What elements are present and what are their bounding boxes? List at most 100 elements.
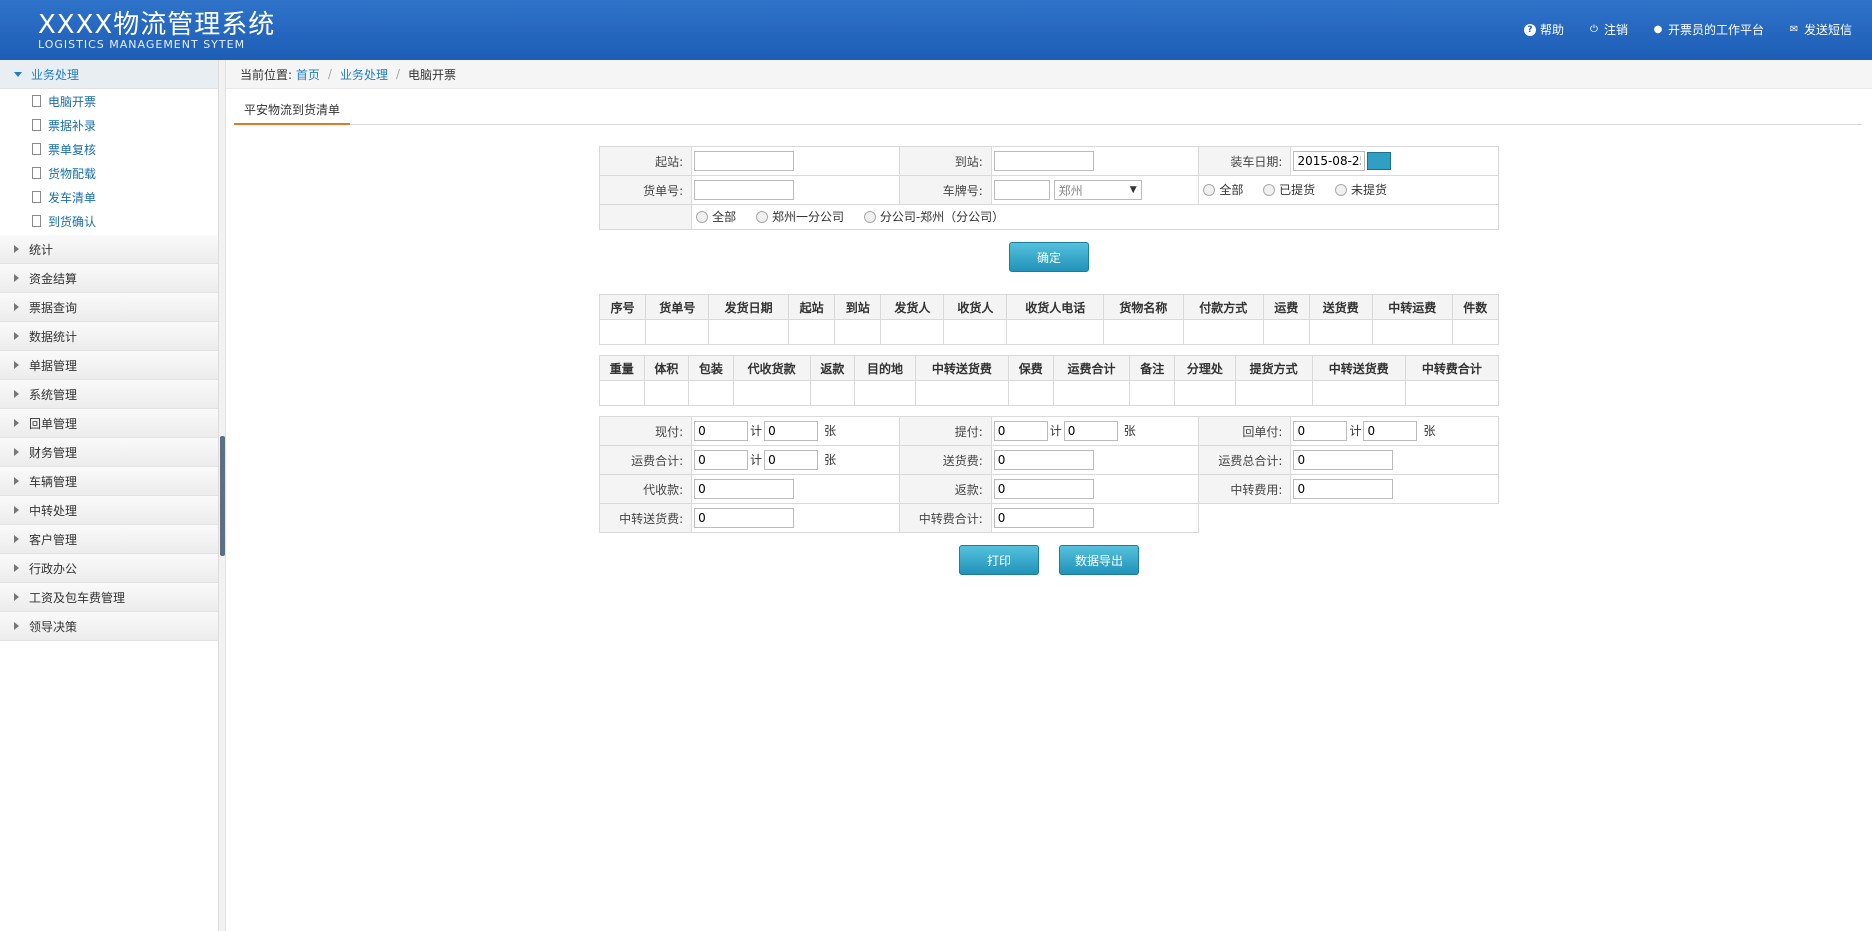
transfer-fee-input[interactable] xyxy=(1293,479,1394,499)
tab-arrival-list[interactable]: 平安物流到货清单 xyxy=(234,98,351,125)
company-zz1-radio[interactable]: 郑州一分公司 xyxy=(755,208,844,225)
sidebar-item-arrival-confirm[interactable]: 到货确认 xyxy=(0,209,218,233)
unit-ji: 计 xyxy=(1049,423,1062,438)
plate-region-select[interactable]: 郑州 ▼ xyxy=(1053,180,1142,200)
refund-label: 返款: xyxy=(898,474,992,504)
column-header: 序号 xyxy=(598,294,647,320)
plate-input[interactable] xyxy=(993,180,1050,200)
cash-count-input[interactable] xyxy=(764,421,819,441)
transfer-total-input[interactable] xyxy=(993,508,1094,528)
help-link[interactable]: ? 帮助 xyxy=(1523,21,1564,38)
help-icon: ? xyxy=(1523,23,1536,36)
chevron-right-icon xyxy=(14,245,19,253)
sidebar-item-departure-list[interactable]: 发车清单 xyxy=(0,185,218,209)
sidebar-item-ticket-review[interactable]: 票单复核 xyxy=(0,137,218,161)
radio-icon xyxy=(1263,183,1276,196)
export-button[interactable]: 数据导出 xyxy=(1059,545,1139,575)
table-cell xyxy=(688,380,734,406)
table-row[interactable] xyxy=(598,319,1500,345)
sms-link[interactable]: ✉ 发送短信 xyxy=(1788,21,1852,38)
column-header: 中转运费 xyxy=(1371,294,1453,320)
pickup-pending-radio[interactable]: 未提货 xyxy=(1335,181,1387,198)
sidebar-item-computer-ticket[interactable]: 电脑开票 xyxy=(0,89,218,113)
column-header: 发货人 xyxy=(880,294,945,320)
sidebar-group-business[interactable]: 业务处理 xyxy=(0,60,218,89)
mail-icon: ✉ xyxy=(1789,24,1799,35)
confirm-button[interactable]: 确定 xyxy=(1009,242,1089,272)
column-header: 目的地 xyxy=(854,355,916,381)
freight-grand-input[interactable] xyxy=(1293,450,1394,470)
sidebar-group-statistics[interactable]: 统计 xyxy=(0,235,218,264)
pickup-done-radio[interactable]: 已提货 xyxy=(1263,181,1315,198)
cash-amount-input[interactable] xyxy=(694,421,749,441)
receipt-count-input[interactable] xyxy=(1363,421,1418,441)
caret-down-icon: ▼ xyxy=(1129,185,1137,195)
column-header: 付款方式 xyxy=(1182,294,1264,320)
pickup-amount-input[interactable] xyxy=(993,421,1048,441)
table-cell xyxy=(645,319,710,345)
sidebar-group-transfer[interactable]: 中转处理 xyxy=(0,496,218,525)
sidebar-group-receipts[interactable]: 回单管理 xyxy=(0,409,218,438)
freight-total-amount-input[interactable] xyxy=(694,450,749,470)
receipt-amount-input[interactable] xyxy=(1293,421,1348,441)
company-all-radio[interactable]: 全部 xyxy=(696,208,736,225)
splitter-handle[interactable] xyxy=(220,436,225,556)
table-row[interactable] xyxy=(599,380,1500,406)
chevron-right-icon xyxy=(14,332,19,340)
load-date-input[interactable] xyxy=(1293,151,1366,171)
sidebar-group-label: 业务处理 xyxy=(31,67,80,82)
logout-link[interactable]: ⏻ 注销 xyxy=(1588,21,1628,38)
refund-input[interactable] xyxy=(993,479,1094,499)
radio-icon xyxy=(863,210,876,223)
column-header: 起站 xyxy=(787,294,836,320)
sidebar-group-payroll[interactable]: 工资及包车费管理 xyxy=(0,583,218,612)
table-cell xyxy=(1129,380,1175,406)
sidebar-group-admin[interactable]: 行政办公 xyxy=(0,554,218,583)
sidebar-group-ticket-query[interactable]: 票据查询 xyxy=(0,293,218,322)
company-branch-radio[interactable]: 分公司-郑州（分公司） xyxy=(863,208,1005,225)
breadcrumb-separator: / xyxy=(395,67,400,81)
sidebar-group-system[interactable]: 系统管理 xyxy=(0,380,218,409)
sidebar-group-documents[interactable]: 单据管理 xyxy=(0,351,218,380)
column-header: 重量 xyxy=(599,355,645,381)
table-cell xyxy=(1103,319,1184,345)
workspace-link[interactable]: ● 开票员的工作平台 xyxy=(1652,21,1764,38)
column-header: 体积 xyxy=(643,355,690,381)
radio-icon xyxy=(696,210,709,223)
breadcrumb-section-link[interactable]: 业务处理 xyxy=(340,66,388,83)
radio-icon xyxy=(1335,183,1347,196)
unit-ji: 计 xyxy=(1349,423,1362,438)
table-cell xyxy=(914,380,1009,406)
sidebar-group-decision[interactable]: 领导决策 xyxy=(0,612,218,641)
freight-total-count-input[interactable] xyxy=(764,450,819,470)
start-station-input[interactable] xyxy=(694,151,795,171)
sidebar-item-ticket-supplement[interactable]: 票据补录 xyxy=(0,113,218,137)
pickup-all-radio[interactable]: 全部 xyxy=(1203,181,1243,198)
help-label: 帮助 xyxy=(1539,23,1564,37)
sidebar-group-data-stats[interactable]: 数据统计 xyxy=(0,322,218,351)
pickup-count-input[interactable] xyxy=(1063,421,1118,441)
cod-input[interactable] xyxy=(694,479,795,499)
cod-label: 代收款: xyxy=(598,474,693,504)
sidebar-item-cargo-loading[interactable]: 货物配载 xyxy=(0,161,218,185)
sidebar-group-funds[interactable]: 资金结算 xyxy=(0,264,218,293)
sidebar-group-finance[interactable]: 财务管理 xyxy=(0,438,218,467)
breadcrumb-home-link[interactable]: 首页 xyxy=(296,66,320,83)
app-title: XXXX物流管理系统 xyxy=(38,10,276,40)
unit-ji: 计 xyxy=(750,423,763,438)
end-station-input[interactable] xyxy=(993,151,1094,171)
sidebar-group-vehicles[interactable]: 车辆管理 xyxy=(0,467,218,496)
delivery-fee-input[interactable] xyxy=(993,450,1094,470)
radio-label: 分公司-郑州（分公司） xyxy=(879,210,1005,225)
document-icon xyxy=(32,95,41,107)
chevron-right-icon xyxy=(14,419,19,427)
column-header: 提货方式 xyxy=(1234,355,1313,381)
print-button[interactable]: 打印 xyxy=(959,545,1039,575)
calendar-icon[interactable] xyxy=(1367,152,1392,170)
transfer-delivery-input[interactable] xyxy=(694,508,795,528)
table-cell xyxy=(1311,380,1406,406)
chevron-right-icon xyxy=(14,361,19,369)
column-header: 送货费 xyxy=(1308,294,1373,320)
waybill-input[interactable] xyxy=(694,180,795,200)
sidebar-group-customers[interactable]: 客户管理 xyxy=(0,525,218,554)
